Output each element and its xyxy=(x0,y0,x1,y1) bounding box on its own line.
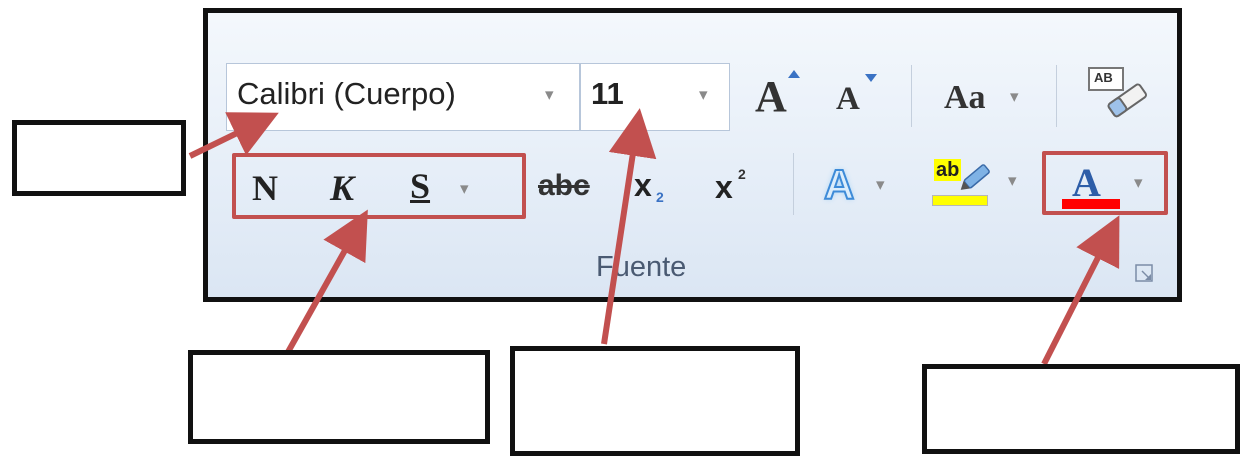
arrow-to-font-color xyxy=(1041,215,1120,366)
blank-label-box-font-color[interactable] xyxy=(922,364,1240,454)
blank-label-box-font-name[interactable] xyxy=(12,120,186,196)
arrow-to-font-name xyxy=(188,112,279,159)
blank-label-box-format[interactable] xyxy=(188,350,490,444)
arrow-to-bold-italic-underline xyxy=(285,209,368,354)
blank-label-box-font-size[interactable] xyxy=(510,346,800,456)
arrow-to-font-size xyxy=(601,108,657,345)
